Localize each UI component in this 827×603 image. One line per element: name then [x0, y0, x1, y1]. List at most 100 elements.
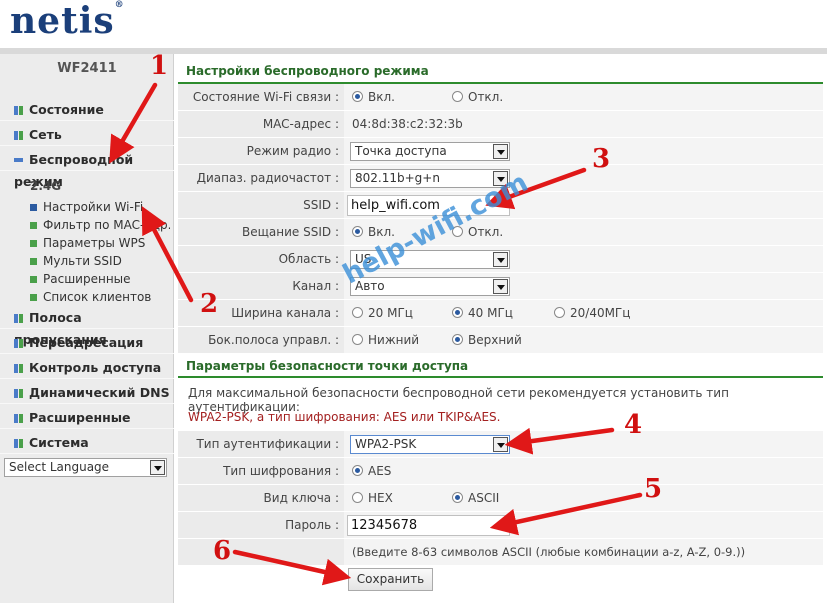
active-bullet-icon [30, 204, 37, 211]
hint-label-blank [178, 539, 344, 566]
chevron-down-icon [150, 460, 165, 475]
sidebar-band-heading: 2.4G [30, 179, 62, 193]
menu-bullet-icon [14, 314, 23, 323]
menu-bullet-icon [14, 439, 23, 448]
password-hint: (Введите 8-63 символов ASCII (любые комб… [344, 539, 823, 566]
channel-cell: Авто [344, 273, 823, 300]
row-region: Область : US [178, 246, 823, 273]
row-ssid: SSID : help_wifi.com [178, 192, 823, 219]
wifi-off-radio[interactable]: Откл. [452, 84, 503, 111]
sidebar: WF2411 Состояние Сеть Беспроводной режим… [0, 54, 174, 603]
sidebar-item-wireless[interactable]: Беспроводной режим [0, 149, 174, 189]
row-radio-mode: Режим радио : Точка доступа [178, 138, 823, 165]
menu-bullet-icon [14, 389, 23, 398]
channel-width-cell: 20 МГц 40 МГц 20/40МГц [344, 300, 823, 327]
chevron-down-icon [493, 279, 508, 294]
sidebar-sub-advanced[interactable]: Расширенные [30, 272, 170, 286]
header: netis® [0, 0, 827, 54]
sideband-label: Бок.полоса управл. : [178, 327, 344, 354]
broadcast-on-radio[interactable]: Вкл. [352, 225, 395, 239]
row-channel-width: Ширина канала : 20 МГц 40 МГц 20/40МГц [178, 300, 823, 327]
section-divider [178, 376, 823, 378]
model-name: WF2411 [57, 61, 117, 76]
sidebar-sub-multi-ssid[interactable]: Мульти SSID [30, 254, 170, 268]
sideband-low-radio[interactable]: Нижний [352, 333, 419, 347]
width-40-radio[interactable]: 40 МГц [452, 300, 513, 327]
row-channel: Канал : Авто [178, 273, 823, 300]
ssid-input[interactable]: help_wifi.com [347, 195, 510, 216]
sidebar-item-forwarding[interactable]: Переадресация [0, 332, 174, 354]
radio-mode-label: Режим радио : [178, 138, 344, 165]
menu-bullet-icon [14, 364, 23, 373]
encryption-label: Тип шифрования : [178, 458, 344, 485]
sidebar-item-network[interactable]: Сеть [0, 124, 174, 146]
security-section-title: Параметры безопасности точки доступа [186, 359, 469, 373]
sidebar-item-ddns[interactable]: Динамический DNS [0, 382, 174, 404]
menu-bullet-icon [14, 339, 23, 348]
band-cell: 802.11b+g+n [344, 165, 823, 192]
region-select[interactable]: US [350, 250, 510, 269]
channel-width-label: Ширина канала : [178, 300, 344, 327]
key-ascii-radio[interactable]: ASCII [452, 485, 499, 512]
key-type-cell: HEX ASCII [344, 485, 823, 512]
broadcast-label: Вещание SSID : [178, 219, 344, 246]
encryption-cell: AES [344, 458, 823, 485]
key-hex-radio[interactable]: HEX [352, 491, 393, 505]
sidebar-item-status[interactable]: Состояние [0, 99, 174, 121]
sidebar-item-system[interactable]: Система [0, 432, 174, 454]
sidebar-item-bandwidth[interactable]: Полоса пропускания [0, 307, 174, 347]
radio-mode-select[interactable]: Точка доступа [350, 142, 510, 161]
menu-expanded-icon [14, 158, 23, 162]
broadcast-off-radio[interactable]: Откл. [452, 219, 503, 246]
row-password: Пароль : 12345678 [178, 512, 823, 539]
bullet-icon [30, 222, 37, 229]
bullet-icon [30, 294, 37, 301]
enc-aes-radio[interactable]: AES [352, 464, 391, 478]
sidebar-sub-client-list[interactable]: Список клиентов [30, 290, 170, 304]
bullet-icon [30, 240, 37, 247]
security-note-line2: WPA2-PSK, а тип шифрования: AES или TKIP… [188, 410, 501, 424]
save-button[interactable]: Сохранить [348, 568, 433, 591]
sidebar-item-advanced[interactable]: Расширенные [0, 407, 174, 429]
sidebar-sub-mac-filter[interactable]: Фильтр по MAC-адр. [30, 218, 170, 232]
auth-cell: WPA2-PSK [344, 431, 823, 458]
key-type-label: Вид ключа : [178, 485, 344, 512]
row-sideband: Бок.полоса управл. : Нижний Верхний [178, 327, 823, 354]
row-wifi-status: Состояние Wi-Fi связи : Вкл. Откл. [178, 84, 823, 111]
sidebar-item-access-control[interactable]: Контроль доступа [0, 357, 174, 379]
channel-label: Канал : [178, 273, 344, 300]
chevron-down-icon [493, 144, 508, 159]
sidebar-sub-wps[interactable]: Параметры WPS [30, 236, 170, 250]
language-select[interactable]: Select Language [4, 458, 167, 477]
netis-logo: netis® [10, 0, 125, 42]
menu-bullet-icon [14, 131, 23, 140]
row-mac: MAC-адрес : 04:8d:38:c2:32:3b [178, 111, 823, 138]
channel-select[interactable]: Авто [350, 277, 510, 296]
auth-label: Тип аутентификации : [178, 431, 344, 458]
radio-mode-cell: Точка доступа [344, 138, 823, 165]
row-encryption: Тип шифрования : AES [178, 458, 823, 485]
wifi-status-label: Состояние Wi-Fi связи : [178, 84, 344, 111]
sideband-cell: Нижний Верхний [344, 327, 823, 354]
sideband-high-radio[interactable]: Верхний [452, 327, 522, 354]
password-cell: 12345678 [344, 512, 823, 539]
sidebar-sub-wifi-settings[interactable]: Настройки Wi-Fi [30, 200, 170, 214]
password-input[interactable]: 12345678 [347, 515, 510, 536]
row-hint: (Введите 8-63 символов ASCII (любые комб… [178, 539, 823, 566]
wifi-on-radio[interactable]: Вкл. [352, 90, 395, 104]
bullet-icon [30, 276, 37, 283]
width-20-radio[interactable]: 20 МГц [352, 306, 413, 320]
auth-select[interactable]: WPA2-PSK [350, 435, 510, 454]
region-cell: US [344, 246, 823, 273]
wireless-section-title: Настройки беспроводного режима [186, 64, 429, 78]
width-2040-radio[interactable]: 20/40МГц [554, 300, 630, 327]
mac-value: 04:8d:38:c2:32:3b [344, 111, 823, 138]
broadcast-cell: Вкл. Откл. [344, 219, 823, 246]
row-broadcast: Вещание SSID : Вкл. Откл. [178, 219, 823, 246]
chevron-down-icon [493, 437, 508, 452]
band-select[interactable]: 802.11b+g+n [350, 169, 510, 188]
menu-bullet-icon [14, 414, 23, 423]
mac-label: MAC-адрес : [178, 111, 344, 138]
row-key-type: Вид ключа : HEX ASCII [178, 485, 823, 512]
chevron-down-icon [493, 171, 508, 186]
